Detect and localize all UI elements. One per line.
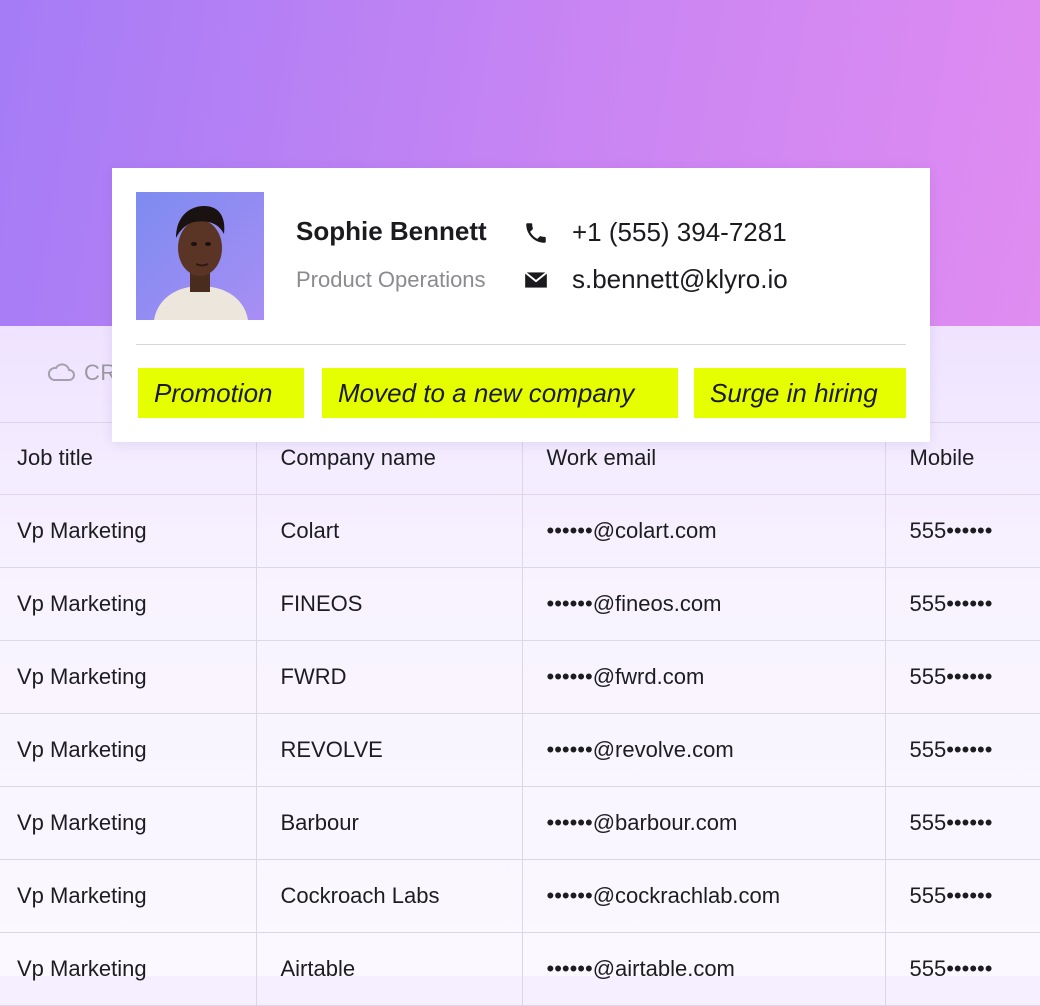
company-name-cell: FWRD [256, 640, 523, 714]
card-divider [136, 344, 906, 345]
work-email-cell: ••••••@fineos.com [522, 567, 886, 641]
contacts-table: Job title Company name Work email Mobile… [0, 422, 1040, 1006]
job-title-cell: Vp Marketing [0, 494, 257, 568]
avatar [136, 192, 264, 320]
mobile-cell: 555•••••• [885, 494, 1040, 568]
mobile-cell: 555•••••• [885, 713, 1040, 787]
work-email-cell: ••••••@fwrd.com [522, 640, 886, 714]
table-row[interactable]: Vp Marketing Cockroach Labs ••••••@cockr… [0, 859, 1040, 933]
mail-icon [524, 271, 548, 288]
company-name-cell: Colart [256, 494, 523, 568]
table-row[interactable]: Vp Marketing Airtable ••••••@airtable.co… [0, 932, 1040, 1006]
work-email-cell: ••••••@barbour.com [522, 786, 886, 860]
company-name-cell: Barbour [256, 786, 523, 860]
contact-phone[interactable]: +1 (555) 394-7281 [572, 217, 787, 248]
job-title-cell: Vp Marketing [0, 640, 257, 714]
table-row[interactable]: Vp Marketing REVOLVE ••••••@revolve.com … [0, 713, 1040, 787]
signal-tag-moved-company[interactable]: Moved to a new company [322, 368, 678, 418]
company-name-cell: FINEOS [256, 567, 523, 641]
company-name-cell: Cockroach Labs [256, 859, 523, 933]
contact-name: Sophie Bennett [296, 216, 487, 246]
job-title-cell: Vp Marketing [0, 859, 257, 933]
table-row[interactable]: Vp Marketing Colart ••••••@colart.com 55… [0, 494, 1040, 568]
company-name-cell: REVOLVE [256, 713, 523, 787]
table-row[interactable]: Vp Marketing FINEOS ••••••@fineos.com 55… [0, 567, 1040, 641]
mobile-cell: 555•••••• [885, 932, 1040, 1006]
work-email-cell: ••••••@colart.com [522, 494, 886, 568]
contact-profile-card: Sophie Bennett Product Operations +1 (55… [112, 168, 930, 442]
contact-role: Product Operations [296, 267, 486, 292]
table-row[interactable]: Vp Marketing FWRD ••••••@fwrd.com 555•••… [0, 640, 1040, 714]
job-title-cell: Vp Marketing [0, 932, 257, 1006]
work-email-cell: ••••••@airtable.com [522, 932, 886, 1006]
mobile-cell: 555•••••• [885, 567, 1040, 641]
mobile-cell: 555•••••• [885, 786, 1040, 860]
job-title-cell: Vp Marketing [0, 567, 257, 641]
contact-email[interactable]: s.bennett@klyro.io [572, 264, 788, 295]
person-portrait-icon [154, 206, 248, 320]
signal-tag-surge-hiring[interactable]: Surge in hiring [694, 368, 906, 418]
job-title-cell: Vp Marketing [0, 713, 257, 787]
work-email-cell: ••••••@cockrachlab.com [522, 859, 886, 933]
signal-tag-promotion[interactable]: Promotion [138, 368, 304, 418]
job-title-cell: Vp Marketing [0, 786, 257, 860]
cloud-icon [47, 363, 75, 381]
table-row[interactable]: Vp Marketing Barbour ••••••@barbour.com … [0, 786, 1040, 860]
mobile-cell: 555•••••• [885, 640, 1040, 714]
work-email-cell: ••••••@revolve.com [522, 713, 886, 787]
phone-icon [526, 223, 546, 243]
company-name-cell: Airtable [256, 932, 523, 1006]
mobile-cell: 555•••••• [885, 859, 1040, 933]
